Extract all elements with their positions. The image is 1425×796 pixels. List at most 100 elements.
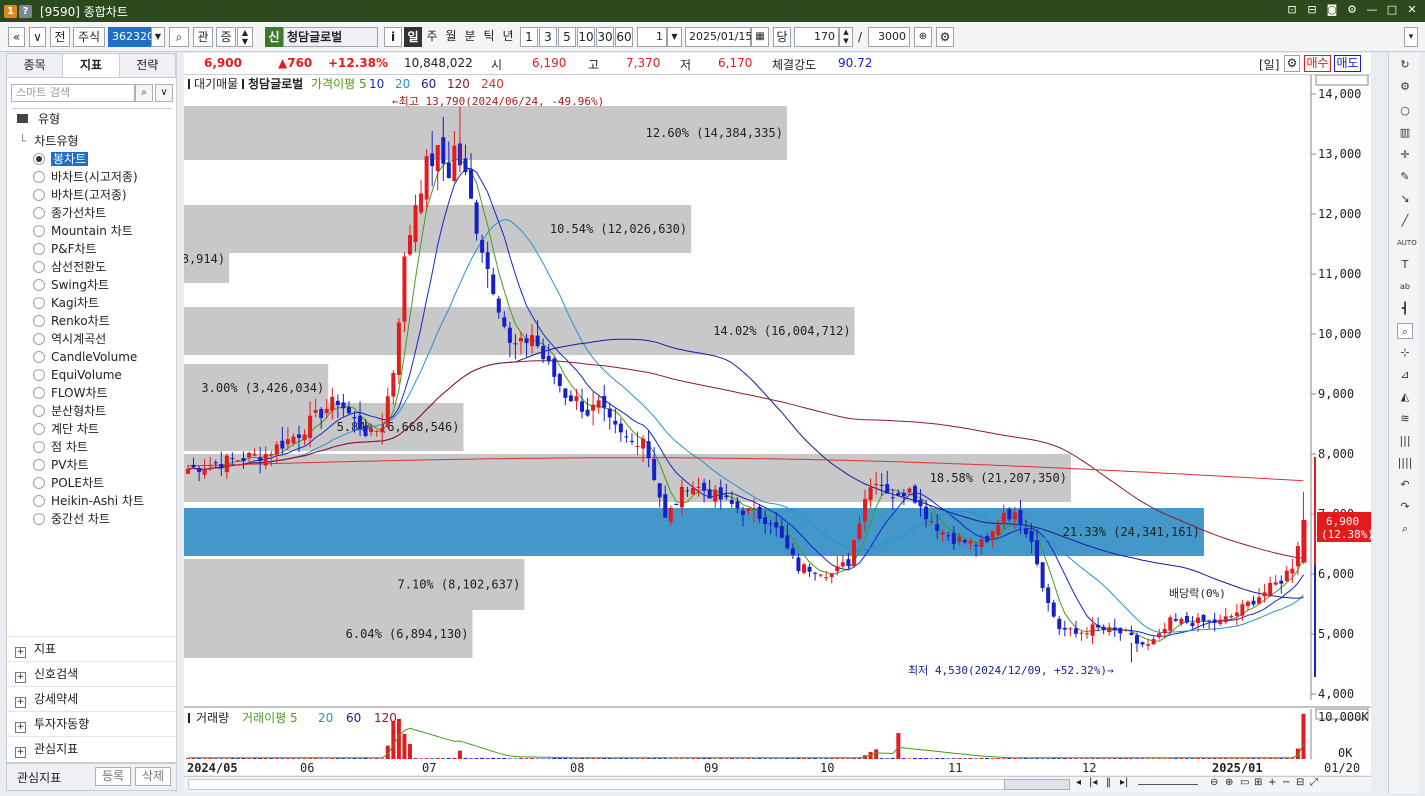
chart-type-option[interactable]: POLE차트 [33, 474, 104, 492]
nav-prev-button[interactable]: « [8, 27, 25, 47]
interval-5-button[interactable]: 5 [558, 27, 576, 47]
radio-icon[interactable] [33, 297, 45, 309]
chart-type-option[interactable]: FLOW차트 [33, 384, 108, 402]
code-dropdown-icon[interactable]: ▼ [151, 27, 165, 47]
bars-alt-icon[interactable]: |||| [1397, 455, 1413, 471]
play-back-icon[interactable]: |◂ [1089, 777, 1097, 788]
stock-code-input[interactable]: 362320 [108, 27, 154, 47]
search-dropdown-icon[interactable]: ∨ [155, 84, 173, 102]
tab-stocks[interactable]: 종목 [7, 54, 64, 77]
period-year-button[interactable]: 년 [499, 27, 517, 47]
close-icon[interactable]: ✕ [1405, 3, 1419, 17]
smart-search-input[interactable]: 스마트 검색 [11, 84, 135, 102]
chart-type-option[interactable]: 삼선전환도 [33, 258, 106, 276]
radio-icon[interactable] [33, 459, 45, 471]
abc-icon[interactable]: ab [1397, 279, 1413, 295]
crosshair-icon[interactable]: ✛ [1397, 147, 1413, 163]
diagonal-line-icon[interactable]: ╱ [1397, 213, 1413, 229]
play-forward-icon[interactable]: ▸| [1120, 777, 1128, 788]
price-chart[interactable]: 12.60% (14,384,335) 10.54% (12,026,630) 0.… [102, 74, 1374, 775]
bucket-icon[interactable]: ◭ [1397, 389, 1413, 405]
chart-type-option[interactable]: EquiVolume [33, 366, 122, 384]
count-input[interactable]: 170 [794, 27, 839, 47]
interval-dropdown-icon[interactable]: ▼ [667, 27, 682, 47]
settings-icon[interactable]: ⚙ [936, 27, 954, 47]
expand-icon[interactable]: + [15, 722, 26, 733]
chart-type-option[interactable]: Swing차트 [33, 276, 109, 294]
total-count-input[interactable]: 3000 [868, 27, 910, 47]
radio-icon[interactable] [33, 513, 45, 525]
search-icon[interactable]: ⌕ [169, 27, 189, 47]
tree-section[interactable]: + 관심지표 [7, 736, 176, 761]
section-type[interactable]: 유형 [17, 110, 60, 128]
auto-icon[interactable]: AUTO [1397, 235, 1417, 251]
expand-icon[interactable]: ⤢ [1310, 777, 1318, 788]
pencil-icon[interactable]: ✎ [1397, 169, 1413, 185]
chart-type-option[interactable]: Renko차트 [33, 312, 110, 330]
radio-icon[interactable] [33, 405, 45, 417]
add-icon[interactable]: + [1268, 777, 1276, 788]
chart-type-option[interactable]: 계단 차트 [33, 420, 99, 438]
interval-3-button[interactable]: 3 [539, 27, 557, 47]
camera-icon[interactable]: ◙ [1325, 3, 1339, 17]
radio-icon[interactable] [33, 351, 45, 363]
chart-type-option[interactable]: 역시계곡선 [33, 330, 106, 348]
toolbar-expand-icon[interactable]: ▾ [1404, 27, 1418, 47]
chart-type-option[interactable]: P&F차트 [33, 240, 97, 258]
delete-button[interactable]: 삭제 [135, 767, 171, 786]
prev-button[interactable]: 전 [50, 27, 70, 47]
radio-icon[interactable] [33, 153, 45, 165]
count-spinner[interactable]: ▲ ▼ [839, 27, 853, 47]
link-icon[interactable]: ⊟ [1305, 3, 1319, 17]
chart-type-option[interactable]: 종가선차트 [33, 204, 106, 222]
radio-icon[interactable] [33, 477, 45, 489]
interval-60-button[interactable]: 60 [615, 27, 633, 47]
radio-icon[interactable] [33, 243, 45, 255]
chart-type-option[interactable]: 봉차트 [33, 150, 89, 168]
interval-30-button[interactable]: 30 [596, 27, 614, 47]
interval-1-button[interactable]: 1 [520, 27, 538, 47]
group-chart-type[interactable]: └ 차트유형 [19, 132, 78, 150]
jeung-button[interactable]: 증 [216, 27, 236, 47]
radio-icon[interactable] [33, 225, 45, 237]
chart-type-option[interactable]: PV차트 [33, 456, 89, 474]
calendar-icon[interactable]: ▦ [751, 27, 769, 47]
interval-value-input[interactable]: 1 [637, 27, 667, 47]
gear-icon[interactable]: ⚙ [1345, 3, 1359, 17]
info-button[interactable]: i [384, 27, 402, 47]
pin-icon[interactable]: ⊡ [1285, 3, 1299, 17]
zoom-in-icon[interactable]: ⊕ [914, 27, 932, 47]
radio-icon[interactable] [33, 261, 45, 273]
tree-section[interactable]: + 지표 [7, 636, 176, 661]
radio-icon[interactable] [33, 279, 45, 291]
maximize-icon[interactable]: □ [1385, 3, 1399, 17]
minus-icon[interactable]: − [1282, 777, 1290, 788]
bars-icon[interactable]: ||| [1397, 433, 1413, 449]
undo-icon[interactable]: ↶ [1397, 477, 1413, 493]
tree-section[interactable]: + 투자자동향 [7, 711, 176, 736]
stock-name-field[interactable]: 청담글로벌 [283, 27, 378, 47]
period-week-button[interactable]: 주 [423, 27, 441, 47]
radio-icon[interactable] [33, 189, 45, 201]
chart-scroll-bar[interactable]: ◂ |◂ ‖ ▸| ⊖ ⊕ ▭ ⊞ + − ⊟ ⤢ [184, 776, 1371, 792]
radio-icon[interactable] [33, 333, 45, 345]
pause-icon[interactable]: ‖ [1106, 777, 1111, 788]
split-icon[interactable]: ⊟ [1296, 777, 1304, 788]
chart-type-option[interactable]: 중간선 차트 [33, 510, 110, 528]
chart-type-option[interactable]: Mountain 차트 [33, 222, 133, 240]
updown-spinner[interactable]: ▲ ▼ [237, 27, 253, 47]
ruler-icon[interactable]: ⊿ [1397, 367, 1413, 383]
radio-icon[interactable] [33, 171, 45, 183]
period-day-button[interactable]: 일 [404, 27, 422, 47]
register-button[interactable]: 등록 [95, 767, 131, 786]
chart-type-option[interactable]: 분산형차트 [33, 402, 106, 420]
line-tool-icon[interactable]: ↘ [1397, 191, 1413, 207]
fit-icon[interactable]: ▭ [1240, 777, 1249, 788]
refresh-icon[interactable]: ↻ [1397, 57, 1413, 73]
sell-button[interactable]: 매도 [1334, 55, 1361, 72]
radio-icon[interactable] [33, 315, 45, 327]
scroll-track[interactable] [188, 779, 1068, 790]
text-icon[interactable]: T [1397, 257, 1413, 273]
chart-type-option[interactable]: 바차트(고저종) [33, 186, 127, 204]
tree-section[interactable]: + 신호검색 [7, 661, 176, 686]
